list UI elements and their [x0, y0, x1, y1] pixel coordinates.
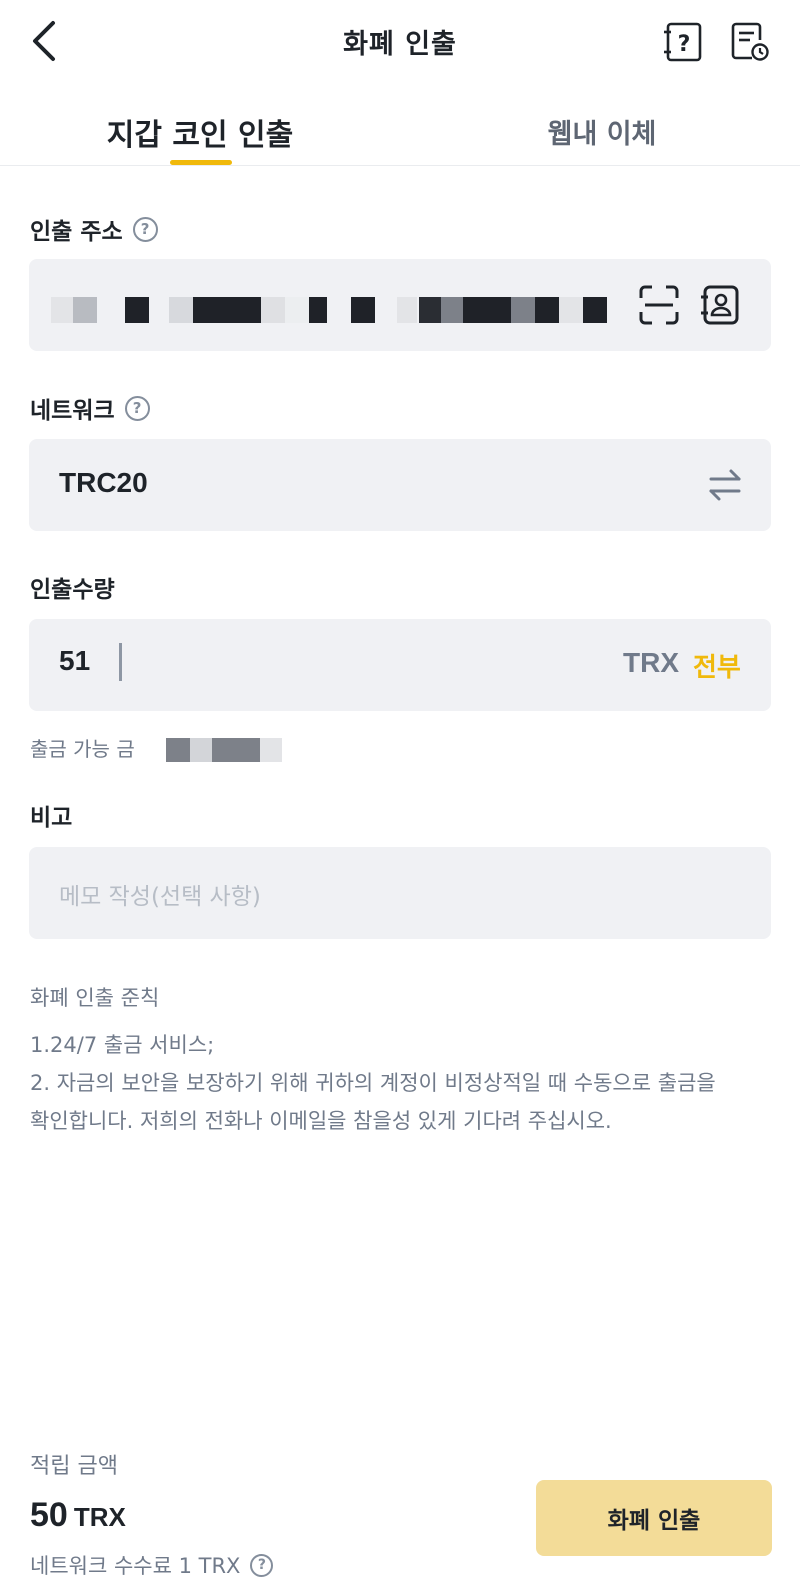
question-circle-icon[interactable]: ?: [250, 1553, 274, 1577]
memo-placeholder: 메모 작성(선택 사항): [59, 884, 261, 910]
memo-label: 비고: [30, 798, 72, 832]
amount-unit: TRX: [623, 647, 679, 678]
address-book-button[interactable]: [699, 283, 743, 327]
arrival-amount-label: 적립 금액: [30, 1454, 118, 1479]
amount-label-text: 인출수량: [30, 577, 115, 603]
swap-arrows-icon: [709, 469, 741, 501]
scan-icon: [639, 285, 679, 325]
tab-bar: 지갑 코인 인출 웹내 이체: [0, 96, 800, 166]
text-cursor: [119, 643, 122, 681]
rules-title: 화폐 인출 준칙: [30, 986, 160, 1010]
header: 화폐 인출 ?: [0, 0, 800, 84]
max-amount-button[interactable]: 전부: [693, 647, 741, 684]
amount-label: 인출수량: [30, 570, 115, 604]
address-label: 인출 주소 ?: [30, 212, 158, 246]
history-document-icon: [731, 22, 769, 61]
tab-wallet-withdraw[interactable]: 지갑 코인 인출: [84, 110, 316, 154]
help-document-icon: ?: [664, 22, 702, 62]
memo-label-text: 비고: [30, 805, 73, 831]
rules-line-1: 1.24/7 출금 서비스;: [30, 1033, 215, 1057]
network-value: TRC20: [59, 467, 148, 498]
switch-network-button[interactable]: [705, 465, 745, 505]
withdraw-button[interactable]: 화폐 인출: [536, 1480, 772, 1556]
address-label-text: 인출 주소: [30, 219, 123, 245]
network-fee: 네트워크 수수료 1 TRX ?: [30, 1550, 274, 1580]
memo-input[interactable]: 메모 작성(선택 사항): [29, 847, 771, 939]
scan-qr-button[interactable]: [637, 283, 681, 327]
rules-line-3: 확인합니다. 저희의 전화나 이메일을 참을성 있게 기다려 주십시오.: [30, 1109, 612, 1133]
rules-line-2: 2. 자금의 보안을 보장하기 위해 귀하의 계정이 비정상적일 때 수동으로 …: [30, 1071, 716, 1095]
history-button[interactable]: [730, 22, 770, 62]
help-button[interactable]: ?: [664, 22, 704, 62]
arrival-amount-unit: TRX: [73, 1502, 126, 1532]
network-select[interactable]: TRC20: [29, 439, 771, 531]
amount-input[interactable]: 51 TRX 전부: [29, 619, 771, 711]
tab-active-indicator: [170, 160, 232, 165]
amount-value: 51: [59, 645, 91, 676]
address-book-icon: [701, 285, 739, 325]
address-redacted-value: [51, 297, 641, 323]
question-circle-icon[interactable]: ?: [132, 216, 158, 242]
arrival-amount-value: 50: [30, 1496, 68, 1534]
network-label-text: 네트워크: [30, 398, 115, 424]
network-label: 네트워크 ?: [30, 391, 150, 425]
question-circle-icon[interactable]: ?: [124, 395, 150, 421]
available-balance-label: 출금 가능 금: [30, 737, 135, 761]
tab-internal-transfer[interactable]: 웹내 이체: [502, 112, 702, 151]
available-balance-redacted: [166, 738, 282, 762]
arrival-amount: 50 TRX: [30, 1496, 126, 1535]
network-fee-text: 네트워크 수수료 1 TRX: [30, 1554, 241, 1578]
address-input[interactable]: [29, 259, 771, 351]
svg-text:?: ?: [678, 32, 691, 57]
